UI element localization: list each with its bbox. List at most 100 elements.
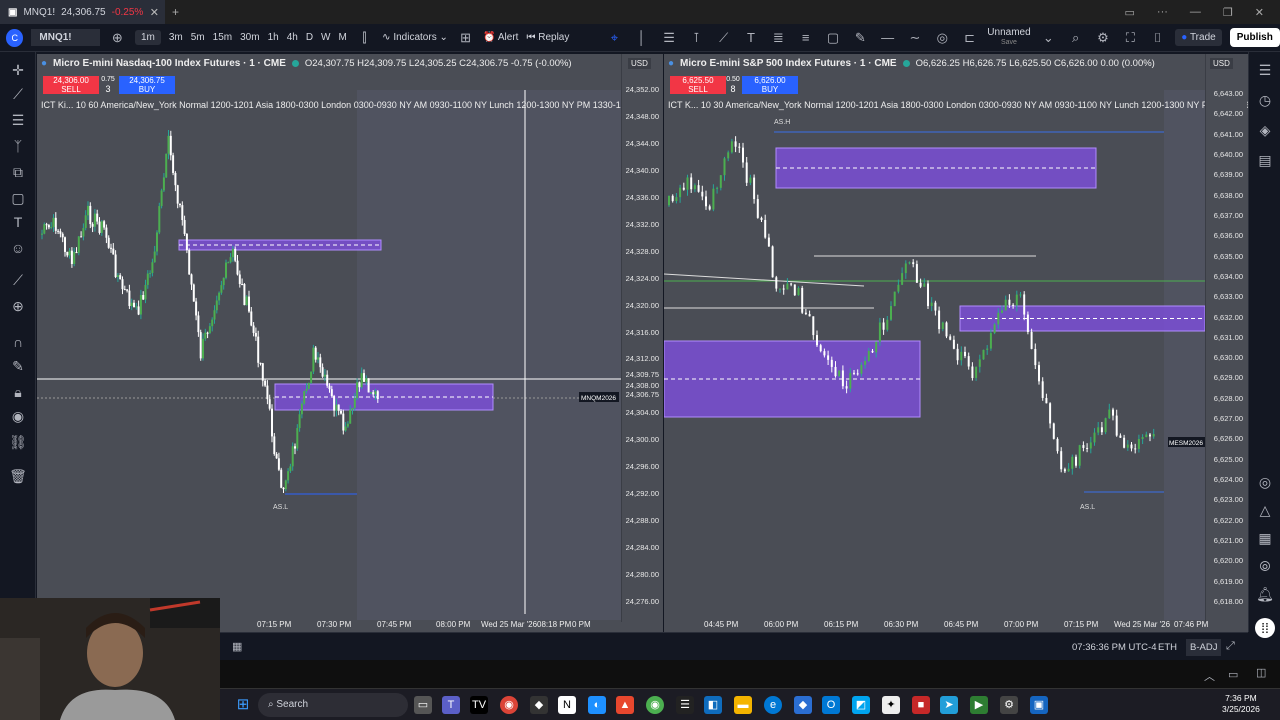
watchlist-icon[interactable]: ☰ — [1255, 60, 1275, 80]
panel-toggle-icon[interactable]: ▭ — [1228, 668, 1238, 681]
app-icon-7[interactable]: ✦ — [882, 696, 900, 714]
telegram-icon[interactable]: ➤ — [940, 696, 958, 714]
projection-icon[interactable]: ⧉ — [8, 162, 28, 182]
trash-icon[interactable]: 🗑︎ — [8, 466, 28, 486]
chrome-alt-icon[interactable]: ◉ — [646, 696, 664, 714]
tf-m[interactable]: M — [339, 32, 347, 43]
app-icon-6[interactable]: ◩ — [852, 696, 870, 714]
calendar-icon[interactable]: ▦ — [1255, 528, 1275, 548]
camera-icon[interactable]: ⌷ — [1148, 30, 1167, 46]
notion-icon[interactable]: N — [558, 696, 576, 714]
app-icon-8[interactable]: ■ — [912, 696, 930, 714]
pattern-icon[interactable]: ᛉ — [8, 136, 28, 156]
chevron-down-icon[interactable]: ⌄ — [1039, 30, 1058, 46]
publish-button[interactable]: Publish — [1229, 28, 1280, 47]
account-avatar[interactable]: C — [6, 28, 24, 47]
app-icon-1[interactable]: ◆ — [530, 696, 548, 714]
trendline-tool-icon[interactable]: ⟋ — [8, 84, 28, 104]
right-chart-pane[interactable]: AS.HAS.L6,634.00MESM20266,626.0000:25 ● … — [664, 54, 1248, 632]
layout-name[interactable]: Unnamed Save — [987, 28, 1030, 47]
tf-4h[interactable]: 4h — [287, 32, 298, 43]
line-tool-icon[interactable]: │ — [632, 30, 651, 45]
windows-start-icon[interactable]: ⊞ — [234, 696, 252, 714]
lock-draw-icon[interactable]: ✎ — [8, 356, 28, 376]
brush-icon[interactable]: ✎ — [851, 30, 870, 46]
right-qty[interactable]: 0.50 8 — [726, 76, 740, 94]
close-window-icon[interactable]: ✕ — [1255, 6, 1264, 19]
taskbar-search[interactable]: ⌕ Search — [258, 693, 408, 717]
chart-tab[interactable]: ▣ MNQ1! 24,306.75 -0.25% ✕ — [0, 0, 165, 24]
candle-type-icon[interactable]: ⫿ — [355, 30, 374, 46]
more-icon[interactable]: ··· — [1157, 6, 1168, 18]
replay-button[interactable]: ⏮ Replay — [526, 32, 569, 43]
curve-icon[interactable]: ∼ — [905, 30, 924, 46]
tf-w[interactable]: W — [321, 32, 330, 43]
left-qty[interactable]: 0.75 3 — [101, 76, 115, 94]
dock-icon[interactable]: ◫ — [1256, 666, 1266, 679]
left-currency[interactable]: USD — [628, 58, 651, 69]
tf-d[interactable]: D — [306, 32, 313, 43]
tf-5m[interactable]: 5m — [191, 32, 205, 43]
outlook-icon[interactable]: O — [822, 696, 840, 714]
app-icon-2[interactable]: ◐ — [588, 696, 606, 714]
menu-icon[interactable]: ▭ — [1125, 6, 1135, 19]
right-buy-button[interactable]: 6,626.00 BUY — [742, 76, 798, 94]
app-icon-5[interactable]: ◧ — [704, 696, 722, 714]
shapes-icon[interactable]: ▢ — [8, 188, 28, 208]
eye-tool-icon[interactable]: ◎ — [933, 30, 952, 46]
magnet-icon[interactable]: ∩ — [8, 332, 28, 352]
text-tool-icon[interactable]: T — [8, 212, 28, 232]
session-label[interactable]: ETH — [1158, 642, 1177, 653]
tf-1h[interactable]: 1h — [268, 32, 279, 43]
text-icon[interactable]: T — [741, 30, 760, 45]
new-tab-icon[interactable]: + — [172, 5, 179, 19]
lines-icon[interactable]: ≣ — [769, 30, 788, 46]
teams-icon[interactable]: T — [442, 696, 460, 714]
lines2-icon[interactable]: ≡ — [796, 30, 815, 45]
clock-label[interactable]: 07:36:36 PM UTC-4 — [1072, 642, 1156, 653]
left-price-axis[interactable]: USD 24,352.00 24,348.00 24,344.00 24,340.00… — [621, 54, 663, 622]
left-buy-button[interactable]: 24,306.75 BUY — [119, 76, 175, 94]
layers-icon[interactable]: ◈ — [1255, 120, 1275, 140]
right-price-axis[interactable]: USD 6,643.00 6,642.00 6,641.00 6,640.00 6,63… — [1205, 54, 1247, 622]
expand-icon[interactable]: ⤢ — [1226, 640, 1235, 653]
app-icon-4[interactable]: ☰ — [676, 696, 694, 714]
crosshair-icon[interactable]: ⌖ — [605, 30, 624, 46]
edge-icon[interactable]: e — [764, 696, 782, 714]
path-icon[interactable]: — — [878, 30, 897, 45]
horizontal-line-icon[interactable]: ☰ — [8, 110, 28, 130]
tf-3m[interactable]: 3m — [169, 32, 183, 43]
symbol-search[interactable]: MNQ1! — [31, 29, 100, 46]
indicators-button[interactable]: ∿ Indicators ⌄ — [382, 32, 448, 43]
zoom-icon[interactable]: ⊕ — [8, 296, 28, 316]
gear-icon[interactable]: ⚙ — [1093, 30, 1112, 46]
maximize-icon[interactable]: ❐ — [1223, 6, 1233, 19]
layouts-icon[interactable]: ⊞ — [456, 30, 475, 46]
right-time-axis[interactable]: 04:45 PM 06:00 PM 06:15 PM 06:30 PM 06:45 PM… — [664, 614, 1248, 632]
left-sell-button[interactable]: 24,306.00 SELL — [43, 76, 99, 94]
measure-icon[interactable]: ⊺ — [687, 30, 706, 46]
app-icon-11[interactable]: ▣ — [1030, 696, 1048, 714]
trendline-icon[interactable]: ⟋ — [714, 30, 733, 46]
tradingview-app-icon[interactable]: TV — [470, 696, 488, 714]
alert-button[interactable]: ⏰ Alert — [483, 32, 518, 43]
close-tab-icon[interactable]: ✕ — [150, 6, 159, 19]
chrome-icon[interactable]: ◉ — [500, 696, 518, 714]
fullscreen-icon[interactable]: ⛶ — [1121, 30, 1140, 46]
emoji-icon[interactable]: ☺ — [8, 238, 28, 258]
tf-1m[interactable]: 1m — [134, 30, 161, 45]
tf-30m[interactable]: 30m — [240, 32, 259, 43]
notifications-icon[interactable]: 🔔︎ — [1255, 584, 1275, 604]
app-icon-10[interactable]: ⚙ — [1000, 696, 1018, 714]
taskbar-clock[interactable]: 7:36 PM 3/25/2026 — [1222, 693, 1260, 715]
grid-menu-icon[interactable]: ⁞⁞ — [1255, 618, 1275, 638]
file-explorer-icon[interactable]: ▬ — [734, 696, 752, 714]
broadcast-icon[interactable]: ⦾ — [1255, 556, 1275, 576]
ruler-icon[interactable]: ⊏ — [960, 30, 979, 46]
minimize-icon[interactable]: — — [1190, 6, 1201, 18]
visibility-icon[interactable]: ◉ — [8, 406, 28, 426]
collapse-icon[interactable]: ︿ — [1204, 668, 1215, 684]
alerts-clock-icon[interactable]: ◷ — [1255, 90, 1275, 110]
right-chart-canvas[interactable]: AS.HAS.L6,634.00MESM20266,626.0000:25 — [664, 54, 1248, 632]
ruler-tool-icon[interactable]: ⟋ — [8, 270, 28, 290]
